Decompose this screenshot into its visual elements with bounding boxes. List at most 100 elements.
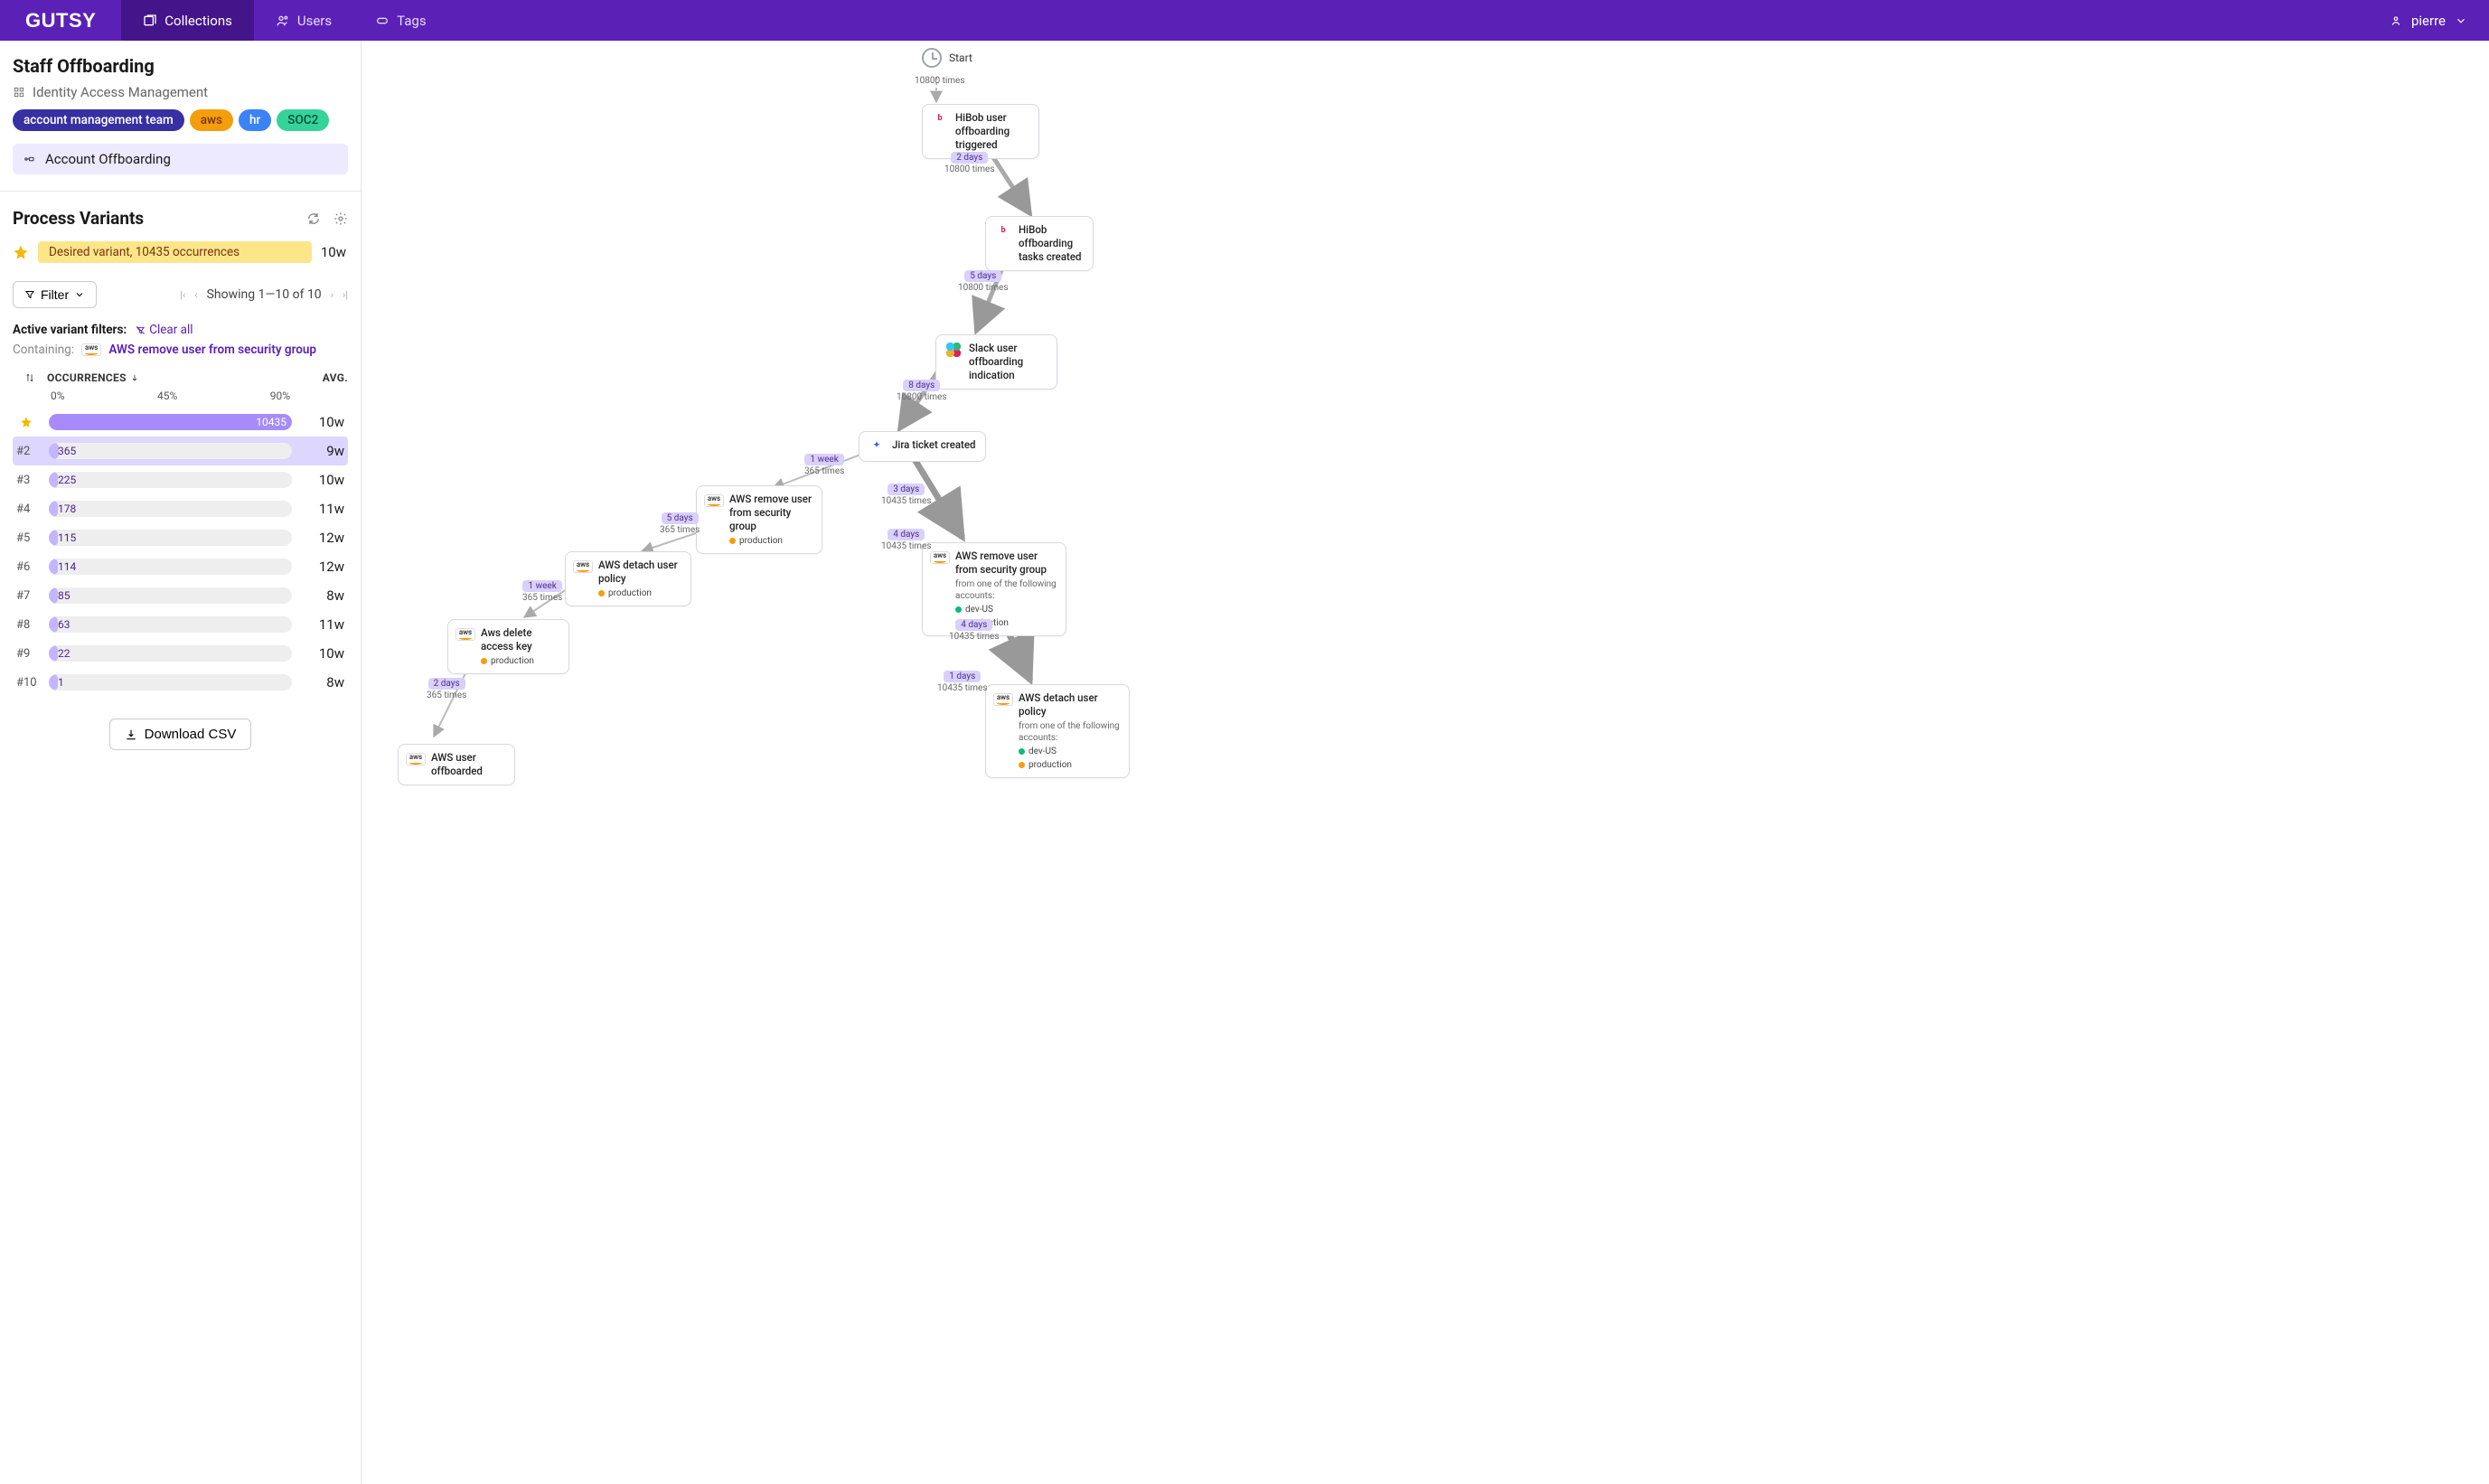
- gear-icon[interactable]: [333, 211, 348, 226]
- star-icon: [20, 416, 33, 428]
- flow-node-aws-detach-left[interactable]: aws AWS detach user policy production: [565, 551, 691, 606]
- node-account: production: [491, 655, 534, 667]
- tag[interactable]: hr: [239, 109, 271, 131]
- filter-icon: [24, 289, 35, 300]
- aws-icon: aws: [457, 626, 474, 643]
- flow-node-aws-detach-right[interactable]: aws AWS detach user policy from one of t…: [985, 684, 1130, 778]
- clear-all-link[interactable]: Clear all: [136, 323, 193, 337]
- col-avg[interactable]: AVG.: [294, 371, 348, 384]
- pagination-text: Showing 1—10 of 10: [207, 287, 322, 302]
- pagination: |‹ ‹ Showing 1—10 of 10 › ›|: [180, 287, 348, 302]
- variant-row[interactable]: #92210w: [13, 639, 348, 668]
- variant-row[interactable]: #23659w: [13, 437, 348, 465]
- username: pierre: [2411, 13, 2446, 29]
- edge-label: 10800 times: [915, 75, 965, 86]
- category-label: Identity Access Management: [33, 84, 208, 100]
- sort-icon[interactable]: [25, 373, 34, 382]
- top-nav: GUTSY Collections Users Tags pierre: [0, 0, 2489, 41]
- slack-icon: [945, 342, 962, 358]
- edge-label: 1 week365 times: [522, 580, 562, 603]
- path-selector[interactable]: Account Offboarding: [13, 144, 348, 174]
- flow-edges: [362, 41, 2489, 1484]
- download-csv-button[interactable]: Download CSV: [109, 719, 252, 750]
- edge-label: 4 days10435 times: [949, 619, 1000, 642]
- variant-row[interactable]: #1018w: [13, 668, 348, 697]
- variant-row[interactable]: #417811w: [13, 494, 348, 523]
- app-logo: GUTSY: [0, 9, 121, 33]
- desired-label: Desired variant, 10435 occurrences: [38, 241, 312, 263]
- aws-icon: aws: [706, 493, 722, 509]
- variant-row[interactable]: #7858w: [13, 581, 348, 610]
- edge-label: 3 days10435 times: [881, 484, 932, 506]
- page-prev[interactable]: ‹: [194, 289, 197, 301]
- user-menu[interactable]: pierre: [2368, 13, 2489, 29]
- nav-tab-tags[interactable]: Tags: [353, 0, 447, 41]
- nav-tab-label: Tags: [397, 13, 426, 29]
- nav-tab-users[interactable]: Users: [254, 0, 353, 41]
- flow-node-slack[interactable]: Slack user offboarding indication: [935, 334, 1057, 390]
- node-account: production: [739, 535, 783, 547]
- variant-row[interactable]: #322510w: [13, 465, 348, 494]
- node-title: HiBob offboarding tasks created: [1019, 223, 1084, 264]
- nav-tab-collections[interactable]: Collections: [121, 0, 254, 41]
- flow-canvas[interactable]: Start 10800 times b HiBob user offboardi…: [362, 41, 2489, 1484]
- edge-label: 2 days10800 times: [944, 152, 995, 174]
- col-occurrences[interactable]: OCCURRENCES: [47, 371, 127, 384]
- path-label: Account Offboarding: [45, 151, 171, 167]
- flow-start-node: Start: [922, 48, 972, 68]
- node-title: AWS remove user from security group: [955, 549, 1057, 577]
- hibob-icon: b: [995, 223, 1011, 240]
- flow-node-jira[interactable]: ✦ Jira ticket created: [859, 431, 986, 462]
- variant-row[interactable]: #511512w: [13, 523, 348, 552]
- node-title: AWS user offboarded: [431, 751, 505, 778]
- node-title: Slack user offboarding indication: [969, 342, 1047, 382]
- aws-icon: aws: [575, 559, 591, 575]
- chevron-down-icon: [74, 289, 85, 300]
- scale-tick: 90%: [270, 390, 290, 402]
- node-title: AWS detach user policy: [598, 559, 681, 586]
- page-next[interactable]: ›: [331, 289, 333, 301]
- desired-avg: 10w: [321, 244, 348, 260]
- edge-label: 5 days365 times: [660, 512, 700, 535]
- tag[interactable]: aws: [190, 109, 233, 131]
- collections-icon: [143, 14, 157, 28]
- edge-label: 5 days10800 times: [958, 270, 1009, 293]
- chevron-down-icon: [2455, 14, 2467, 27]
- download-label: Download CSV: [145, 727, 237, 742]
- edge-label: 8 days10800 times: [897, 380, 947, 402]
- filter-button[interactable]: Filter: [13, 281, 97, 308]
- variant-row[interactable]: 1043510w: [13, 408, 348, 437]
- variant-row[interactable]: #86311w: [13, 610, 348, 639]
- clear-icon: [136, 325, 146, 335]
- node-title: Jira ticket created: [892, 438, 976, 452]
- tag-list: account management team awshr SOC2: [13, 109, 348, 131]
- filter-label: Filter: [41, 287, 69, 302]
- page-title: Staff Offboarding: [13, 55, 348, 77]
- star-icon: [13, 244, 29, 260]
- flow-node-aws-offboarded[interactable]: aws AWS user offboarded: [398, 744, 515, 785]
- variant-row[interactable]: #611412w: [13, 552, 348, 581]
- tags-icon: [375, 14, 390, 28]
- node-account: production: [608, 587, 652, 599]
- sidebar: Staff Offboarding Identity Access Manage…: [0, 41, 362, 1484]
- page-first[interactable]: |‹: [180, 289, 185, 301]
- node-account: production: [1028, 759, 1072, 771]
- tag[interactable]: SOC2: [277, 109, 329, 131]
- page-last[interactable]: ›|: [343, 289, 348, 301]
- tag[interactable]: account management team: [13, 109, 184, 131]
- desired-variant[interactable]: Desired variant, 10435 occurrences 10w: [13, 241, 348, 263]
- flow-node-aws-deletekey[interactable]: aws Aws delete access key production: [447, 619, 569, 674]
- category-icon: [13, 86, 25, 99]
- node-title: Aws delete access key: [481, 626, 559, 653]
- flow-node-hibob-triggered[interactable]: b HiBob user offboarding triggered: [922, 104, 1039, 159]
- aws-icon: aws: [932, 549, 948, 566]
- variants-table-header: OCCURRENCES AVG.: [13, 371, 348, 384]
- sort-desc-icon: [130, 373, 139, 382]
- active-filters-label: Active variant filters:: [13, 323, 127, 337]
- node-title: AWS remove user from security group: [729, 493, 812, 533]
- flow-node-aws-remove-left[interactable]: aws AWS remove user from security group …: [696, 485, 822, 554]
- aws-icon: aws: [81, 343, 101, 355]
- containing-value: AWS remove user from security group: [108, 343, 316, 357]
- refresh-icon[interactable]: [306, 211, 321, 226]
- flow-node-hibob-tasks[interactable]: b HiBob offboarding tasks created: [985, 216, 1094, 271]
